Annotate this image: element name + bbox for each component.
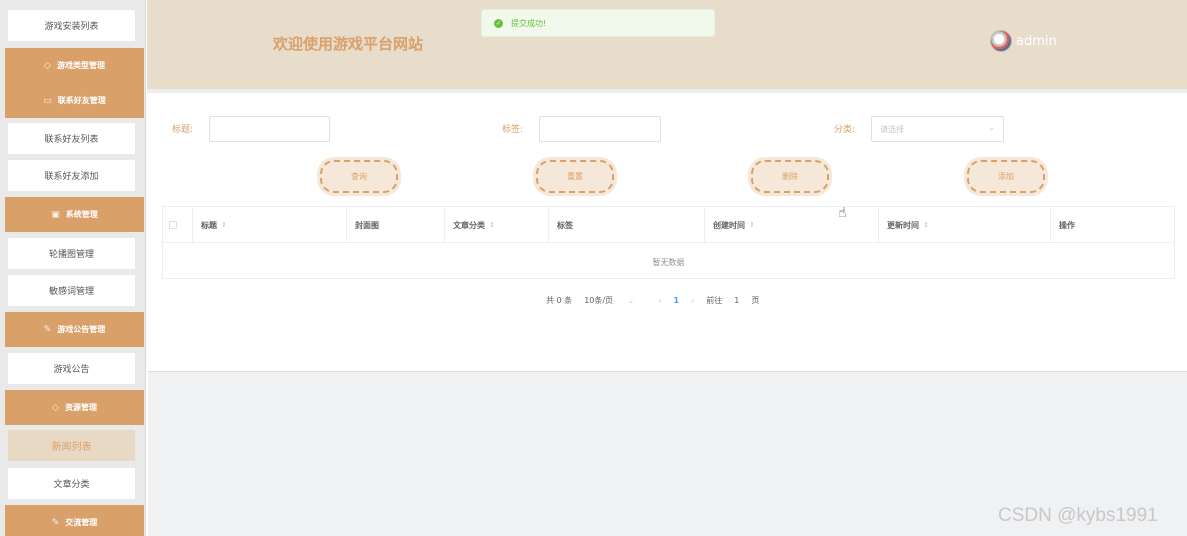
title-filter-label: 标题: xyxy=(172,125,194,135)
sort-icon[interactable]: ⇕ xyxy=(749,221,755,229)
edit-icon: ✎ xyxy=(51,517,60,528)
sidebar-category-label: 交流管理 xyxy=(65,518,98,527)
sidebar-category-announcement[interactable]: ✎ 游戏公告管理 xyxy=(5,312,144,347)
tag-filter-input[interactable] xyxy=(539,116,661,142)
category-select-placeholder: 请选择 xyxy=(880,124,904,134)
check-icon: ✓ xyxy=(494,18,503,28)
category-filter-label: 分类: xyxy=(834,125,856,135)
title-filter-input[interactable] xyxy=(209,116,330,142)
column-header-updated[interactable]: 更新时间 ⇕ xyxy=(879,207,1051,243)
select-all-checkbox[interactable] xyxy=(169,221,177,229)
sidebar-category-label: 联系好友管理 xyxy=(57,96,106,105)
toast-message: 提交成功! xyxy=(511,18,547,28)
column-label: 操作 xyxy=(1059,220,1075,230)
monitor-icon: ▣ xyxy=(51,209,60,220)
sidebar-category-system[interactable]: ▣ 系统管理 xyxy=(5,197,144,232)
column-label: 标签 xyxy=(557,220,573,230)
column-header-tag: 标签 xyxy=(549,207,705,243)
column-header-cover: 封面图 xyxy=(347,207,445,243)
user-menu[interactable]: admin xyxy=(990,30,1057,52)
prev-page-icon[interactable]: ‹ xyxy=(658,296,661,305)
page-unit-label: 页 xyxy=(751,296,760,305)
news-table: 标题 ⇕ 封面图 文章分类 ⇕ 标签 创建时间 ⇕ 更新时间 ⇕ 操作 暂无数据 xyxy=(162,206,1175,279)
sidebar-item-game-install-list[interactable]: 游戏安装列表 xyxy=(8,10,135,41)
page-size-value: 10条/页 xyxy=(584,296,614,305)
delete-button[interactable]: 删除 xyxy=(751,160,829,193)
sidebar-item-sensitive-words[interactable]: 敏感词管理 xyxy=(8,275,135,306)
column-label: 创建时间 xyxy=(713,220,745,230)
sidebar-item-friend-list[interactable]: 联系好友列表 xyxy=(8,123,135,154)
pagination: 共 0 条 10条/页 ⌄ ‹ 1 › 前往 1 页 xyxy=(546,295,771,306)
reset-button[interactable]: 重置 xyxy=(536,160,614,193)
layers-icon: ◇ xyxy=(52,402,59,413)
sidebar-item-article-category[interactable]: 文章分类 xyxy=(8,468,135,499)
message-icon: ▭ xyxy=(43,95,52,106)
content-panel: 标题: 标签: 分类: 请选择 ⌄ 查询 重置 删除 添加 标题 ⇕ 封面图 文章… xyxy=(148,93,1187,371)
sort-icon[interactable]: ⇕ xyxy=(489,221,495,229)
table-empty-text: 暂无数据 xyxy=(652,257,685,267)
column-header-title[interactable]: 标题 ⇕ xyxy=(193,207,347,243)
chevron-down-icon: ⌄ xyxy=(988,123,995,132)
column-label: 标题 xyxy=(201,220,217,230)
select-all-cell xyxy=(163,207,193,243)
sidebar-category-resources[interactable]: ◇ 资源管理 xyxy=(5,390,144,425)
sidebar-item-news-list[interactable]: 新闻列表 xyxy=(8,430,135,461)
sidebar-item-friend-add[interactable]: 联系好友添加 xyxy=(8,160,135,191)
sidebar-item-game-announcement[interactable]: 游戏公告 xyxy=(8,353,135,384)
sidebar: 游戏安装列表 ◇ 游戏类型管理 ▭ 联系好友管理 联系好友列表 联系好友添加 ▣… xyxy=(0,0,146,536)
goto-label: 前往 xyxy=(706,296,723,305)
layers-icon: ◇ xyxy=(44,60,51,71)
sidebar-category-exchange[interactable]: ✎ 交流管理 xyxy=(5,505,144,536)
sidebar-category-label: 游戏类型管理 xyxy=(56,61,105,70)
sort-icon[interactable]: ⇕ xyxy=(221,221,227,229)
sidebar-category-friends[interactable]: ▭ 联系好友管理 xyxy=(5,83,144,118)
next-page-icon[interactable]: › xyxy=(691,296,694,305)
query-button[interactable]: 查询 xyxy=(320,160,398,193)
header: 欢迎使用游戏平台网站 ✓ 提交成功! admin xyxy=(147,0,1187,89)
edit-icon: ✎ xyxy=(43,324,52,335)
sort-icon[interactable]: ⇕ xyxy=(923,221,929,229)
sidebar-item-carousel[interactable]: 轮播图管理 xyxy=(8,238,135,269)
tag-filter-label: 标签: xyxy=(502,125,524,135)
column-label: 更新时间 xyxy=(887,220,919,230)
table-header: 标题 ⇕ 封面图 文章分类 ⇕ 标签 创建时间 ⇕ 更新时间 ⇕ 操作 xyxy=(163,207,1174,243)
current-page[interactable]: 1 xyxy=(674,296,680,305)
add-button[interactable]: 添加 xyxy=(967,160,1045,193)
hand-cursor-icon: ☝ xyxy=(838,205,847,221)
sidebar-category-label: 资源管理 xyxy=(64,403,97,412)
column-label: 文章分类 xyxy=(453,220,485,230)
watermark: CSDN @kybs1991 xyxy=(998,505,1158,526)
column-label: 封面图 xyxy=(355,220,379,230)
success-toast: ✓ 提交成功! xyxy=(481,9,715,37)
column-header-created[interactable]: 创建时间 ⇕ xyxy=(705,207,879,243)
goto-page-input[interactable]: 1 xyxy=(734,296,739,305)
category-select[interactable]: 请选择 ⌄ xyxy=(871,116,1004,142)
pagination-total: 共 0 条 xyxy=(546,296,573,305)
chevron-down-icon: ⌄ xyxy=(627,296,635,305)
sidebar-category-label: 系统管理 xyxy=(65,210,98,219)
column-header-actions: 操作 xyxy=(1051,207,1175,243)
username[interactable]: admin xyxy=(1016,34,1057,49)
page-size-select[interactable]: 10条/页 ⌄ xyxy=(584,295,646,306)
avatar[interactable] xyxy=(990,30,1012,52)
column-header-category[interactable]: 文章分类 ⇕ xyxy=(445,207,549,243)
page-title: 欢迎使用游戏平台网站 xyxy=(273,35,424,53)
sidebar-category-game-type[interactable]: ◇ 游戏类型管理 xyxy=(5,48,144,83)
sidebar-category-label: 游戏公告管理 xyxy=(57,325,106,334)
